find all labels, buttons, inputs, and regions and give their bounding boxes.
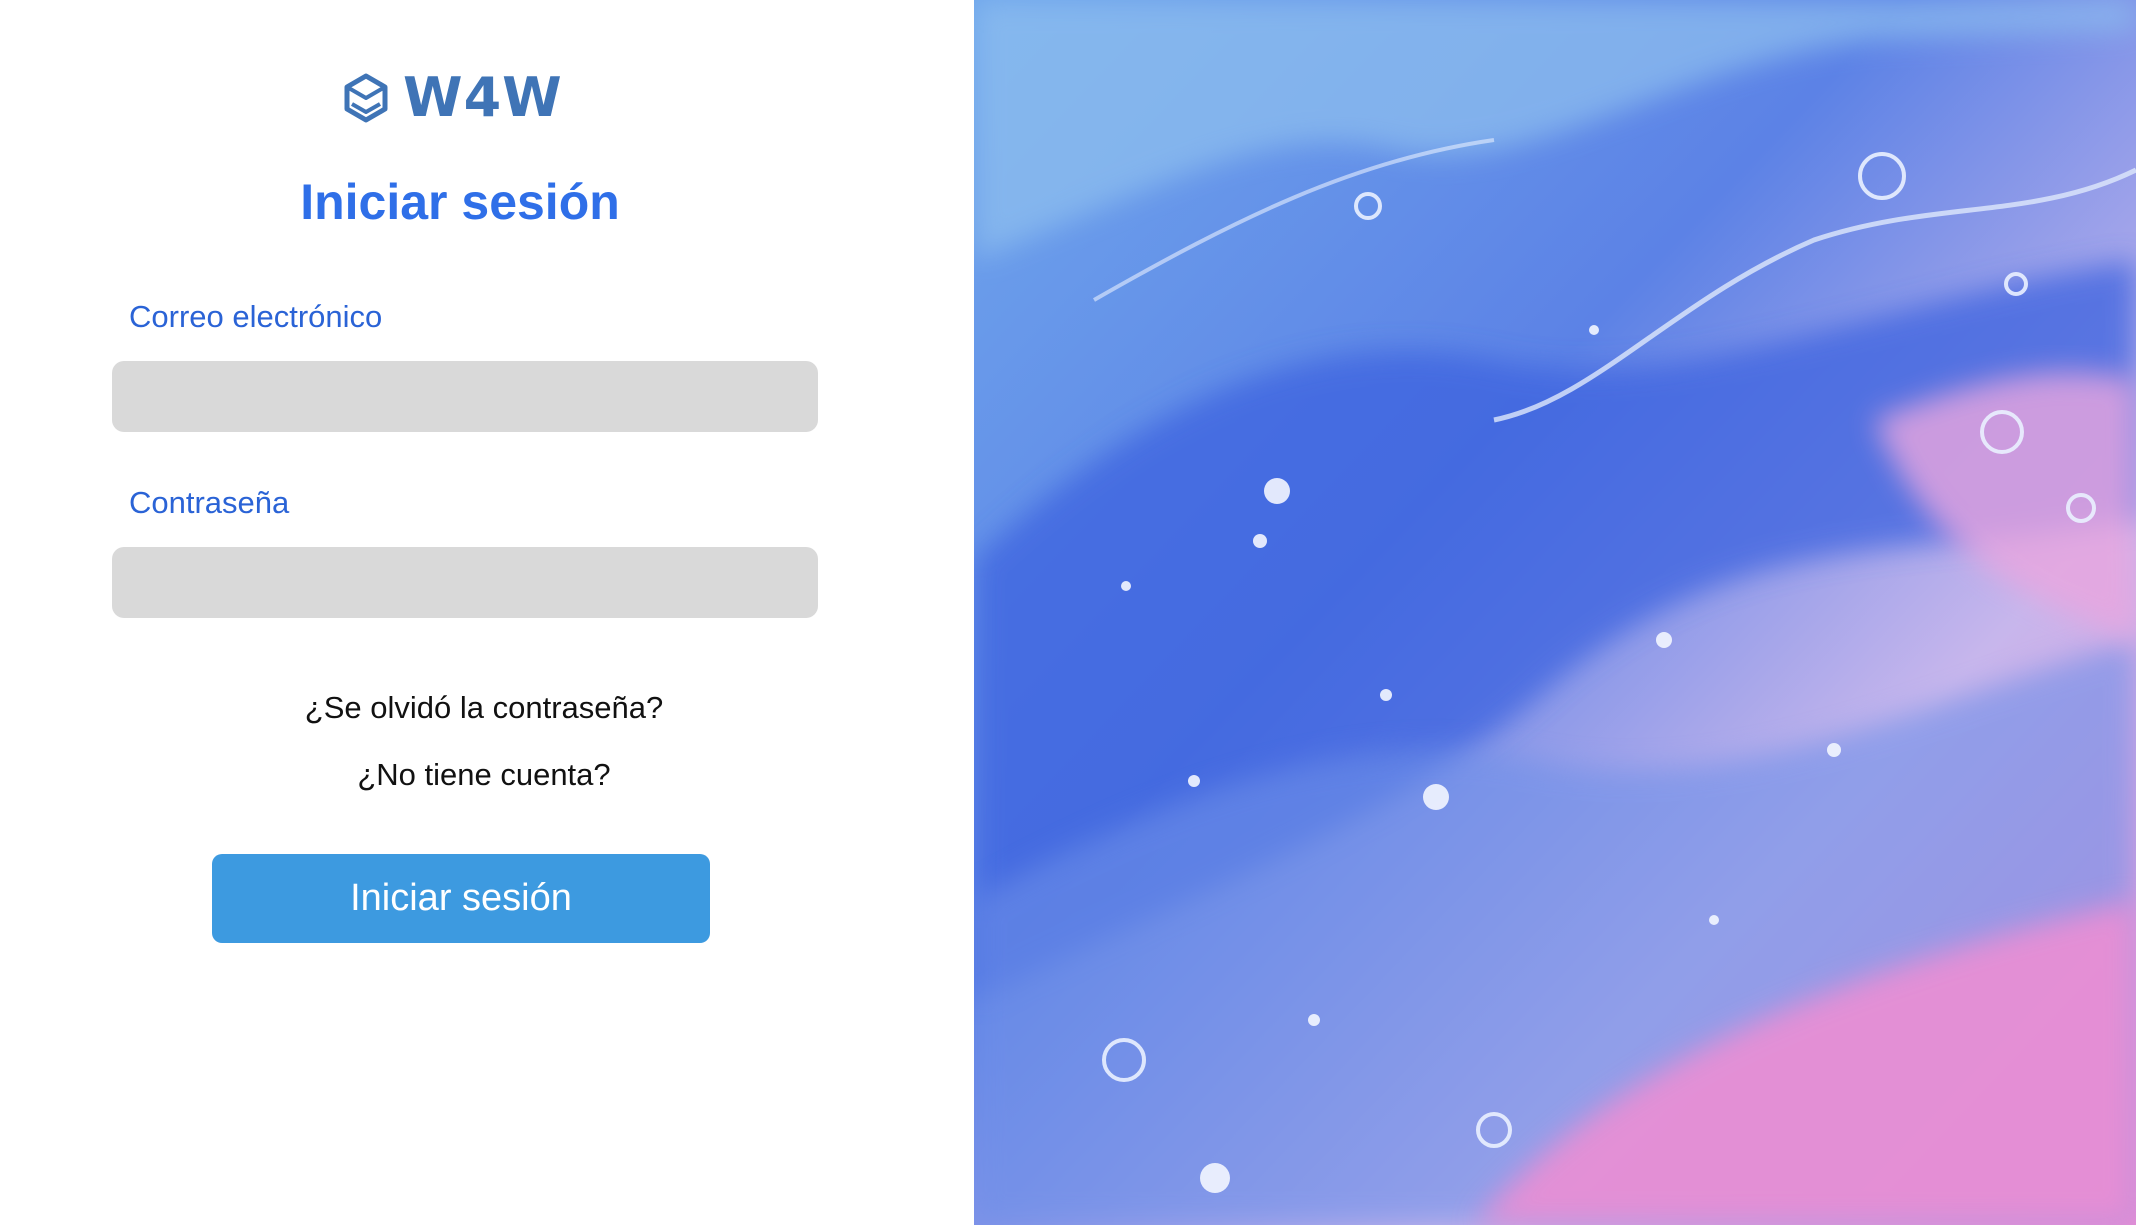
email-label: Correo electrónico [129, 299, 383, 334]
email-field[interactable] [112, 361, 818, 432]
brand-name: W4W [403, 66, 563, 129]
brand-logo[interactable]: W4W [343, 68, 563, 128]
login-panel: W4W Iniciar sesión Correo electrónico Co… [0, 0, 974, 1225]
signup-link[interactable]: ¿No tiene cuenta? [0, 756, 968, 793]
password-field[interactable] [112, 547, 818, 618]
page-title: Iniciar sesión [300, 174, 620, 230]
fluid-art-graphic [974, 0, 2136, 1225]
hero-fluid-art-image [974, 0, 2136, 1225]
login-button[interactable]: Iniciar sesión [212, 854, 710, 943]
forgot-password-link[interactable]: ¿Se olvidó la contraseña? [0, 689, 968, 726]
cube-hexagon-icon [344, 73, 388, 123]
password-label: Contraseña [129, 485, 290, 520]
